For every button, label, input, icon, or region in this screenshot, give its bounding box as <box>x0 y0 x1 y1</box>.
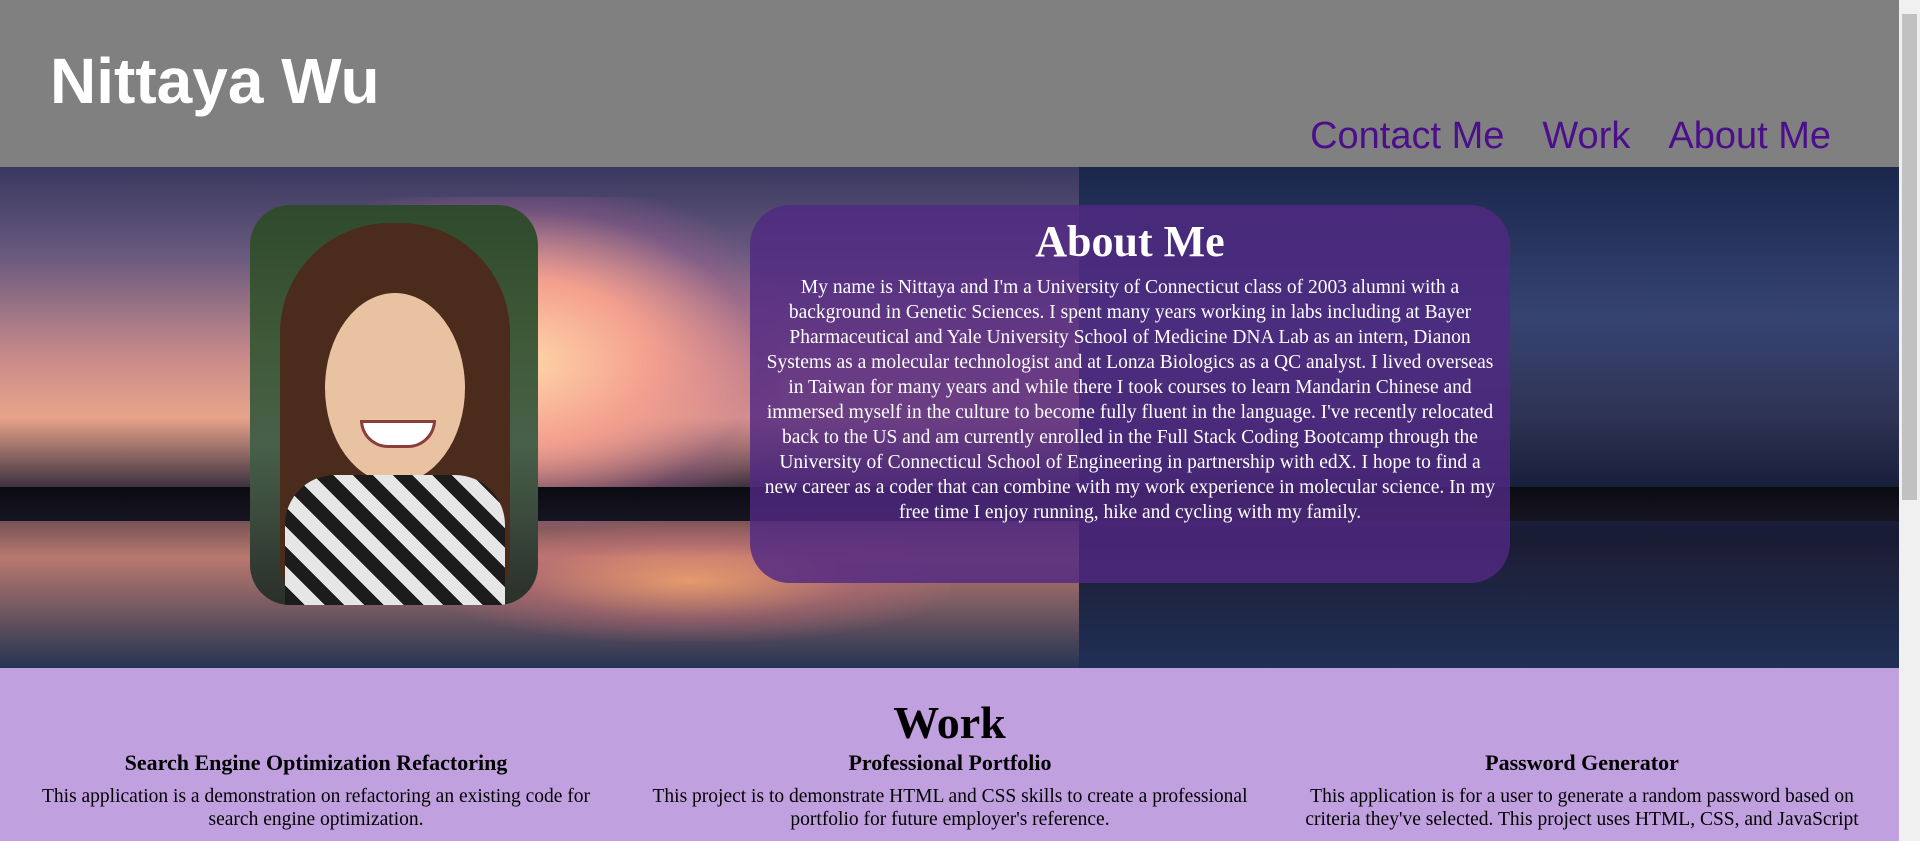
about-card: About Me My name is Nittaya and I'm a Un… <box>750 205 1510 583</box>
about-body: My name is Nittaya and I'm a University … <box>764 277 1496 523</box>
nav-link-contact-me[interactable]: Contact Me <box>1310 112 1504 160</box>
site-title: Nittaya Wu <box>50 45 380 117</box>
project-title[interactable]: Password Generator <box>1282 749 1882 777</box>
about-heading: About Me <box>1035 217 1225 266</box>
project-description: This application is for a user to genera… <box>1305 786 1859 830</box>
project-card[interactable]: Search Engine Optimization Refactoring T… <box>16 749 616 831</box>
project-title[interactable]: Professional Portfolio <box>650 749 1250 777</box>
work-heading: Work <box>893 697 1006 748</box>
vertical-scrollbar[interactable] <box>1899 0 1920 841</box>
page: Nittaya Wu Contact Me Work About Me Abou… <box>0 0 1899 841</box>
site-header: Nittaya Wu Contact Me Work About Me <box>0 0 1899 167</box>
work-section: Work Search Engine Optimization Refactor… <box>0 668 1899 841</box>
main-nav: Contact Me Work About Me <box>1310 112 1831 160</box>
photo-scarf <box>285 475 505 605</box>
project-card[interactable]: Professional Portfolio This project is t… <box>650 749 1250 831</box>
project-description: This application is a demonstration on r… <box>41 786 590 830</box>
nav-link-about-me[interactable]: About Me <box>1668 112 1831 160</box>
project-card[interactable]: Password Generator This application is f… <box>1282 749 1882 831</box>
scrollbar-thumb[interactable] <box>1902 14 1917 500</box>
photo-face <box>325 293 465 483</box>
project-title[interactable]: Search Engine Optimization Refactoring <box>16 749 616 777</box>
project-description: This project is to demonstrate HTML and … <box>652 786 1248 830</box>
nav-link-work[interactable]: Work <box>1542 112 1630 160</box>
profile-photo <box>250 205 538 605</box>
